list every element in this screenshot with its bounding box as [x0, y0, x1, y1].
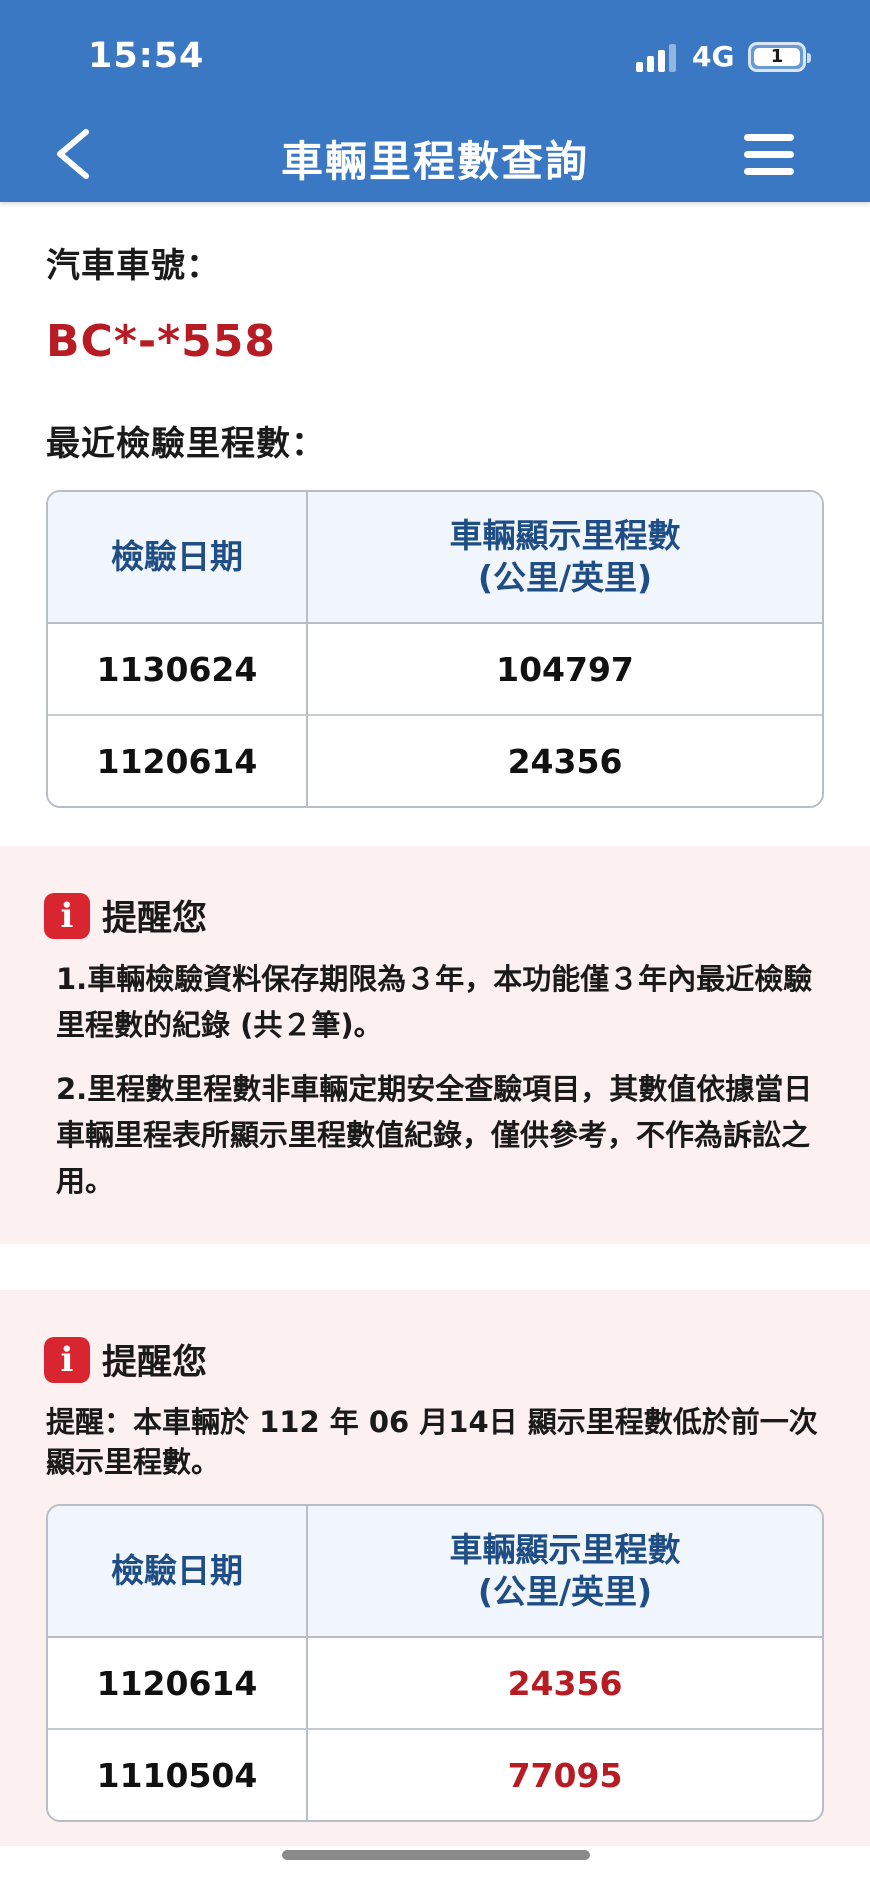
- notice-title: 提醒您: [102, 1343, 208, 1383]
- hamburger-icon: [744, 134, 794, 141]
- mileage-drop-table: 檢驗日期 車輛顯示里程數 (公里/英里) 1120614 24356 11105…: [46, 1504, 824, 1822]
- notice-panel-mileage-drop: i 提醒您 提醒：本車輛於 112 年 06 月14日 顯示里程數低於前一次顯示…: [0, 1290, 870, 1846]
- mileage-drop-message: 提醒：本車輛於 112 年 06 月14日 顯示里程數低於前一次顯示里程數。: [46, 1405, 818, 1479]
- date-cell: 1110504: [48, 1730, 308, 1820]
- date-cell: 1120614: [48, 1638, 308, 1730]
- table-row: 1130624 104797: [48, 624, 822, 716]
- home-indicator[interactable]: [282, 1850, 590, 1860]
- column-header-date: 檢驗日期: [48, 492, 308, 624]
- info-icon: i: [44, 892, 90, 939]
- notice-title: 提醒您: [102, 899, 208, 939]
- plate-number: BC*-*558: [46, 316, 276, 367]
- info-icon: i: [44, 1336, 90, 1383]
- date-cell: 1130624: [48, 624, 308, 716]
- mileage-cell: 77095: [507, 1755, 623, 1795]
- notice-item: 1.車輛檢驗資料保存期限為３年，本功能僅３年內最近檢驗里程數的紀錄 (共２筆)。: [56, 962, 813, 1042]
- recent-label: 最近檢驗里程數：: [46, 424, 326, 464]
- recent-mileage-table: 檢驗日期 車輛顯示里程數 (公里/英里) 1130624 104797 1120…: [46, 490, 824, 808]
- page-title: 車輛里程數查詢: [280, 137, 589, 186]
- notice-panel-retention: i 提醒您 1.車輛檢驗資料保存期限為３年，本功能僅３年內最近檢驗里程數的紀錄 …: [0, 846, 870, 1244]
- column-header-mileage: 車輛顯示里程數 (公里/英里): [308, 492, 822, 624]
- signal-icon: [636, 44, 680, 72]
- date-cell: 1120614: [48, 716, 308, 806]
- battery-icon: 1: [748, 42, 811, 72]
- mileage-cell: 104797: [308, 624, 822, 716]
- network-type: 4G: [692, 40, 735, 73]
- status-time: 15:54: [88, 36, 205, 76]
- notice-item: 2.里程數里程數非車輛定期安全查驗項目，其數值依據當日車輛里程表所顯示里程數值紀…: [56, 1072, 813, 1198]
- menu-button[interactable]: [744, 134, 794, 176]
- plate-label: 汽車車號：: [46, 246, 221, 286]
- mileage-cell: 24356: [308, 1638, 822, 1730]
- column-header-date: 檢驗日期: [48, 1506, 308, 1638]
- table-row: 1110504 77095: [48, 1730, 822, 1820]
- table-row: 1120614 24356: [48, 1638, 822, 1730]
- table-row: 1120614 24356: [48, 716, 822, 806]
- column-header-mileage: 車輛顯示里程數 (公里/英里): [308, 1506, 822, 1638]
- battery-level: 1: [754, 48, 800, 66]
- app-header: 15:54 4G 1 車輛里程數查詢: [0, 0, 870, 202]
- mileage-cell: 24356: [507, 741, 623, 781]
